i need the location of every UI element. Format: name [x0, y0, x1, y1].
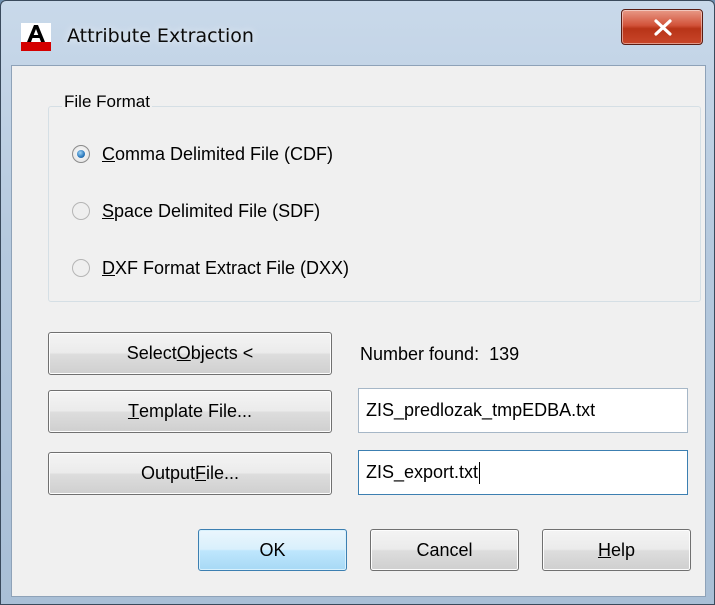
radio-button[interactable]: [72, 259, 90, 277]
autocad-icon: [21, 23, 51, 51]
file-format-legend: File Format: [62, 92, 152, 112]
radio-space-delimited[interactable]: Space Delimited File (SDF): [72, 198, 320, 224]
close-button[interactable]: [621, 9, 703, 45]
attribute-extraction-dialog: Attribute Extraction File Format Comma D…: [0, 0, 715, 605]
radio-label-sdf: Space Delimited File (SDF): [102, 200, 321, 221]
radio-dxf-format[interactable]: DXF Format Extract File (DXX): [72, 255, 349, 281]
output-file-value: ZIS_export.txt: [366, 462, 479, 482]
title-bar[interactable]: Attribute Extraction: [1, 1, 714, 65]
cancel-button[interactable]: Cancel: [370, 529, 519, 571]
help-button[interactable]: Help: [542, 529, 691, 571]
template-file-field[interactable]: ZIS_predlozak_tmpEDBA.txt: [358, 388, 688, 433]
dialog-client-area: File Format Comma Delimited File (CDF) S…: [11, 65, 706, 597]
template-file-button[interactable]: Template File...: [48, 390, 332, 433]
radio-label-dxx: DXF Format Extract File (DXX): [102, 257, 350, 278]
radio-button[interactable]: [72, 202, 90, 220]
close-x-icon: [654, 19, 672, 36]
output-file-field[interactable]: ZIS_export.txt: [358, 450, 688, 495]
ok-button[interactable]: OK: [198, 529, 347, 571]
radio-button-selected[interactable]: [72, 145, 90, 163]
select-objects-button[interactable]: Select Objects <: [48, 332, 332, 375]
window-title: Attribute Extraction: [67, 25, 254, 47]
number-found-text: Number found: 139: [360, 344, 520, 364]
radio-comma-delimited[interactable]: Comma Delimited File (CDF): [72, 141, 333, 167]
radio-label-cdf: Comma Delimited File (CDF): [102, 143, 334, 164]
template-file-value: ZIS_predlozak_tmpEDBA.txt: [366, 400, 596, 420]
output-file-button[interactable]: Output File...: [48, 452, 332, 495]
text-caret: [479, 461, 481, 484]
